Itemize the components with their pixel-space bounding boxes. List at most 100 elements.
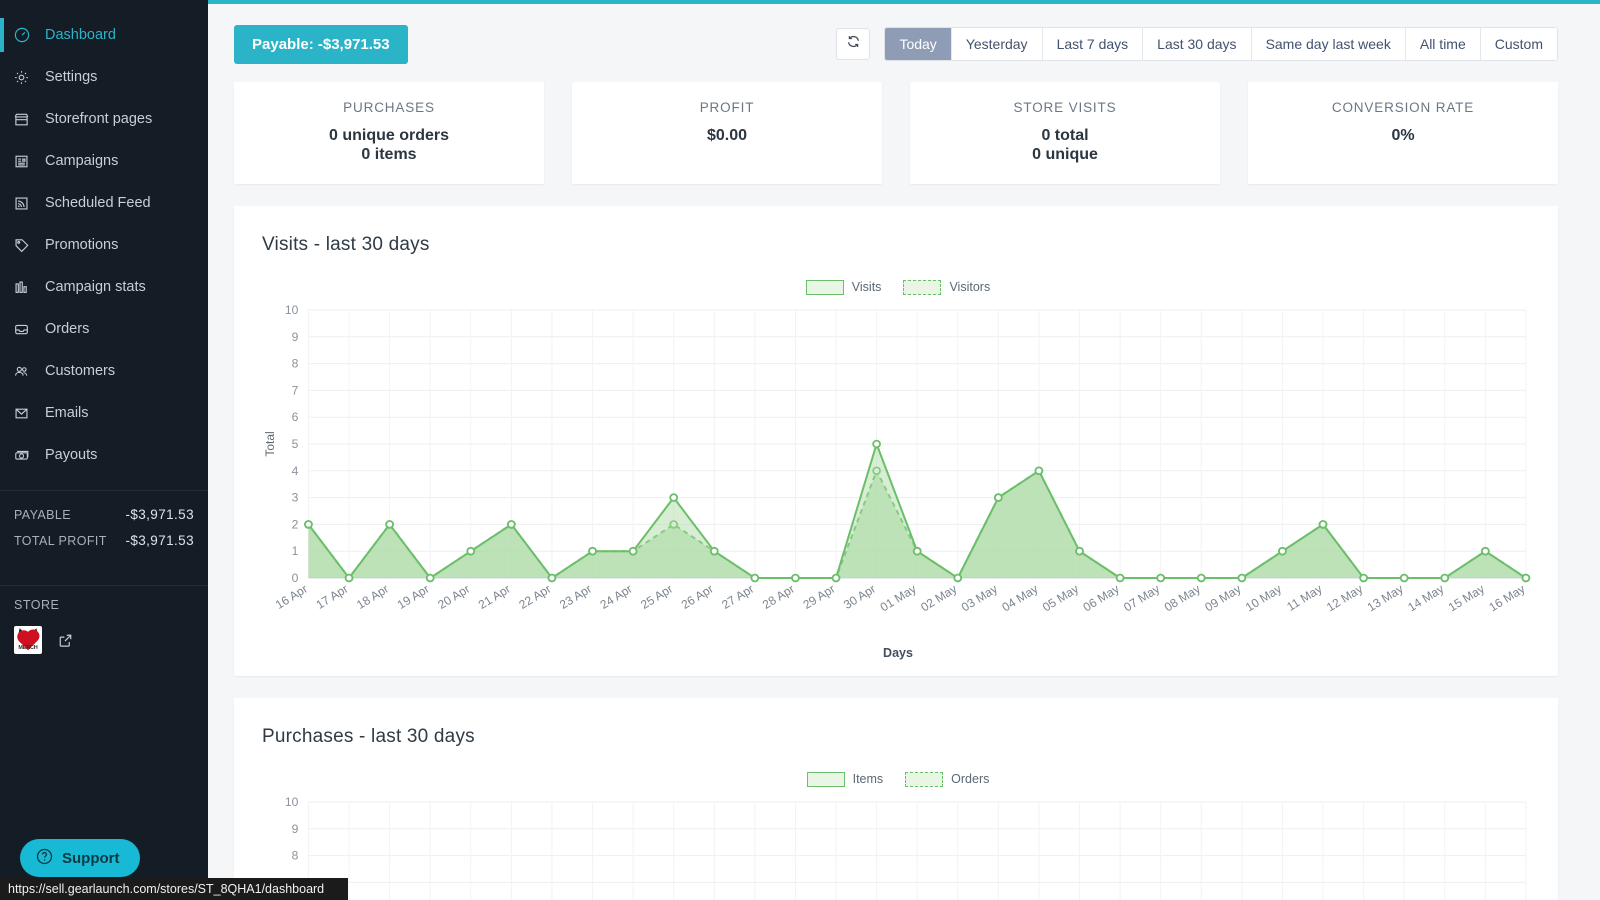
legend-item-visits[interactable]: Visits: [805, 279, 881, 295]
range-last-7-days[interactable]: Last 7 days: [1042, 28, 1144, 60]
svg-text:0: 0: [292, 571, 299, 585]
gear-icon: [14, 68, 36, 86]
metric-payable: PAYABLE -$3,971.53: [14, 507, 194, 522]
svg-text:21 Apr: 21 Apr: [476, 582, 513, 612]
svg-text:6: 6: [292, 410, 299, 424]
svg-text:20 Apr: 20 Apr: [435, 582, 472, 612]
sidebar-metrics: PAYABLE -$3,971.53 TOTAL PROFIT -$3,971.…: [0, 491, 208, 571]
payable-pill[interactable]: Payable: -$3,971.53: [234, 24, 408, 64]
sidebar: Dashboard Settings Storefront pages Camp…: [0, 0, 208, 900]
legend-item-orders[interactable]: Orders: [905, 771, 990, 787]
chart-legend-purchases: Items Orders: [262, 770, 1534, 788]
svg-text:27 Apr: 27 Apr: [719, 582, 756, 612]
svg-text:05 May: 05 May: [1040, 582, 1081, 615]
sidebar-item-label: Campaign stats: [45, 279, 146, 295]
legend-item-visitors[interactable]: Visitors: [903, 279, 991, 295]
svg-text:1: 1: [292, 544, 299, 558]
panel-purchases: Purchases - last 30 days Items Orders 01…: [234, 698, 1558, 900]
rss-feed-icon: [14, 194, 36, 212]
svg-text:03 May: 03 May: [959, 582, 1000, 615]
sidebar-item-orders[interactable]: Orders: [0, 308, 208, 350]
support-button-label: Support: [62, 849, 120, 867]
svg-text:8: 8: [292, 849, 299, 863]
svg-text:7: 7: [292, 383, 299, 397]
sidebar-nav: Dashboard Settings Storefront pages Camp…: [0, 0, 208, 476]
users-icon: [14, 362, 36, 380]
sidebar-item-label: Campaigns: [45, 153, 119, 169]
question-circle-icon: [36, 848, 53, 869]
svg-text:10: 10: [285, 795, 299, 809]
panel-title: Purchases - last 30 days: [262, 726, 475, 747]
svg-text:30 Apr: 30 Apr: [841, 582, 878, 612]
svg-text:25 Apr: 25 Apr: [638, 582, 675, 612]
svg-text:10 May: 10 May: [1243, 582, 1284, 615]
refresh-button[interactable]: [836, 28, 871, 60]
external-link-icon[interactable]: [58, 633, 73, 648]
legend-swatch-dashed: [905, 771, 944, 787]
svg-text:02 May: 02 May: [918, 582, 959, 615]
status-bar-url: https://sell.gearlaunch.com/stores/ST_8Q…: [8, 882, 325, 896]
svg-text:17 Apr: 17 Apr: [313, 582, 350, 612]
store-row: MERCH: [14, 626, 194, 654]
sidebar-item-scheduled-feed[interactable]: Scheduled Feed: [0, 182, 208, 224]
panel-visits: Visits - last 30 days Visits Visitors 01…: [234, 206, 1558, 676]
range-all-time[interactable]: All time: [1405, 28, 1481, 60]
legend-label: Items: [852, 772, 884, 786]
svg-text:4: 4: [292, 464, 299, 478]
legend-label: Visitors: [949, 280, 991, 294]
range-last-30-days[interactable]: Last 30 days: [1143, 28, 1252, 60]
sidebar-item-label: Settings: [45, 69, 98, 85]
date-range-segmented-control[interactable]: Today Yesterday Last 7 days Last 30 days…: [884, 27, 1558, 61]
legend-swatch-dashed: [903, 279, 942, 295]
chart-visits[interactable]: 0 1 2 3 4 5 6 7 8 9 10 16 Apr 17 Apr 18 Apr 19 Apr 20 A…: [262, 302, 1534, 642]
sidebar-item-campaigns[interactable]: Campaigns: [0, 140, 208, 182]
svg-text:22 Apr: 22 Apr: [516, 582, 553, 612]
stat-card-value-line2: 0 unique: [1032, 146, 1098, 163]
store-logo-text: MERCH: [18, 644, 38, 651]
stat-card-title: CONVERSION RATE: [1331, 100, 1475, 115]
campaigns-list-icon: [14, 152, 36, 170]
stat-card-purchases: PURCHASES 0 unique orders 0 items: [234, 82, 544, 184]
legend-item-items[interactable]: Items: [806, 771, 884, 787]
sidebar-item-payouts[interactable]: Payouts: [0, 434, 208, 476]
browser-status-bar: https://sell.gearlaunch.com/stores/ST_8Q…: [0, 878, 348, 900]
svg-text:08 May: 08 May: [1162, 582, 1203, 615]
legend-label: Orders: [951, 772, 990, 786]
sidebar-item-label: Dashboard: [45, 27, 116, 43]
sidebar-item-promotions[interactable]: Promotions: [0, 224, 208, 266]
sidebar-item-campaign-stats[interactable]: Campaign stats: [0, 266, 208, 308]
chart-purchases[interactable]: 01234567891016 Apr17 Apr18 Apr19 Apr20 A…: [262, 794, 1534, 900]
range-custom[interactable]: Custom: [1480, 28, 1557, 60]
svg-text:12 May: 12 May: [1324, 582, 1365, 615]
range-today[interactable]: Today: [885, 28, 952, 60]
stat-card-value-line1: 0%: [1391, 127, 1415, 144]
sidebar-item-label: Emails: [45, 405, 89, 421]
stat-card-value-line1: $0.00: [706, 127, 748, 144]
range-same-day-last-week[interactable]: Same day last week: [1251, 28, 1406, 60]
range-yesterday[interactable]: Yesterday: [951, 28, 1043, 60]
svg-text:15 May: 15 May: [1446, 582, 1487, 615]
money-icon: [14, 446, 36, 464]
sidebar-item-label: Payouts: [45, 447, 98, 463]
stat-card-title: STORE VISITS: [1013, 100, 1117, 115]
toolbar: Payable: -$3,971.53 Today Yesterday Last…: [208, 4, 1600, 66]
svg-text:5: 5: [292, 437, 299, 451]
svg-text:14 May: 14 May: [1405, 582, 1446, 615]
metric-payable-label: PAYABLE: [14, 508, 71, 522]
dashboard-gauge-icon: [14, 26, 36, 44]
svg-text:24 Apr: 24 Apr: [598, 582, 635, 612]
tag-icon: [14, 236, 36, 254]
refresh-icon: [846, 34, 861, 54]
sidebar-item-settings[interactable]: Settings: [0, 56, 208, 98]
svg-text:9: 9: [292, 330, 299, 344]
stat-card-title: PURCHASES: [343, 100, 435, 115]
storefront-icon: [14, 110, 36, 128]
sidebar-item-emails[interactable]: Emails: [0, 392, 208, 434]
support-button[interactable]: Support: [20, 839, 140, 877]
store-logo[interactable]: MERCH: [14, 626, 42, 654]
svg-text:Total: Total: [263, 431, 277, 456]
sidebar-item-storefront-pages[interactable]: Storefront pages: [0, 98, 208, 140]
sidebar-item-customers[interactable]: Customers: [0, 350, 208, 392]
stat-card-store-visits: STORE VISITS 0 total 0 unique: [910, 82, 1220, 184]
sidebar-item-dashboard[interactable]: Dashboard: [0, 14, 208, 56]
